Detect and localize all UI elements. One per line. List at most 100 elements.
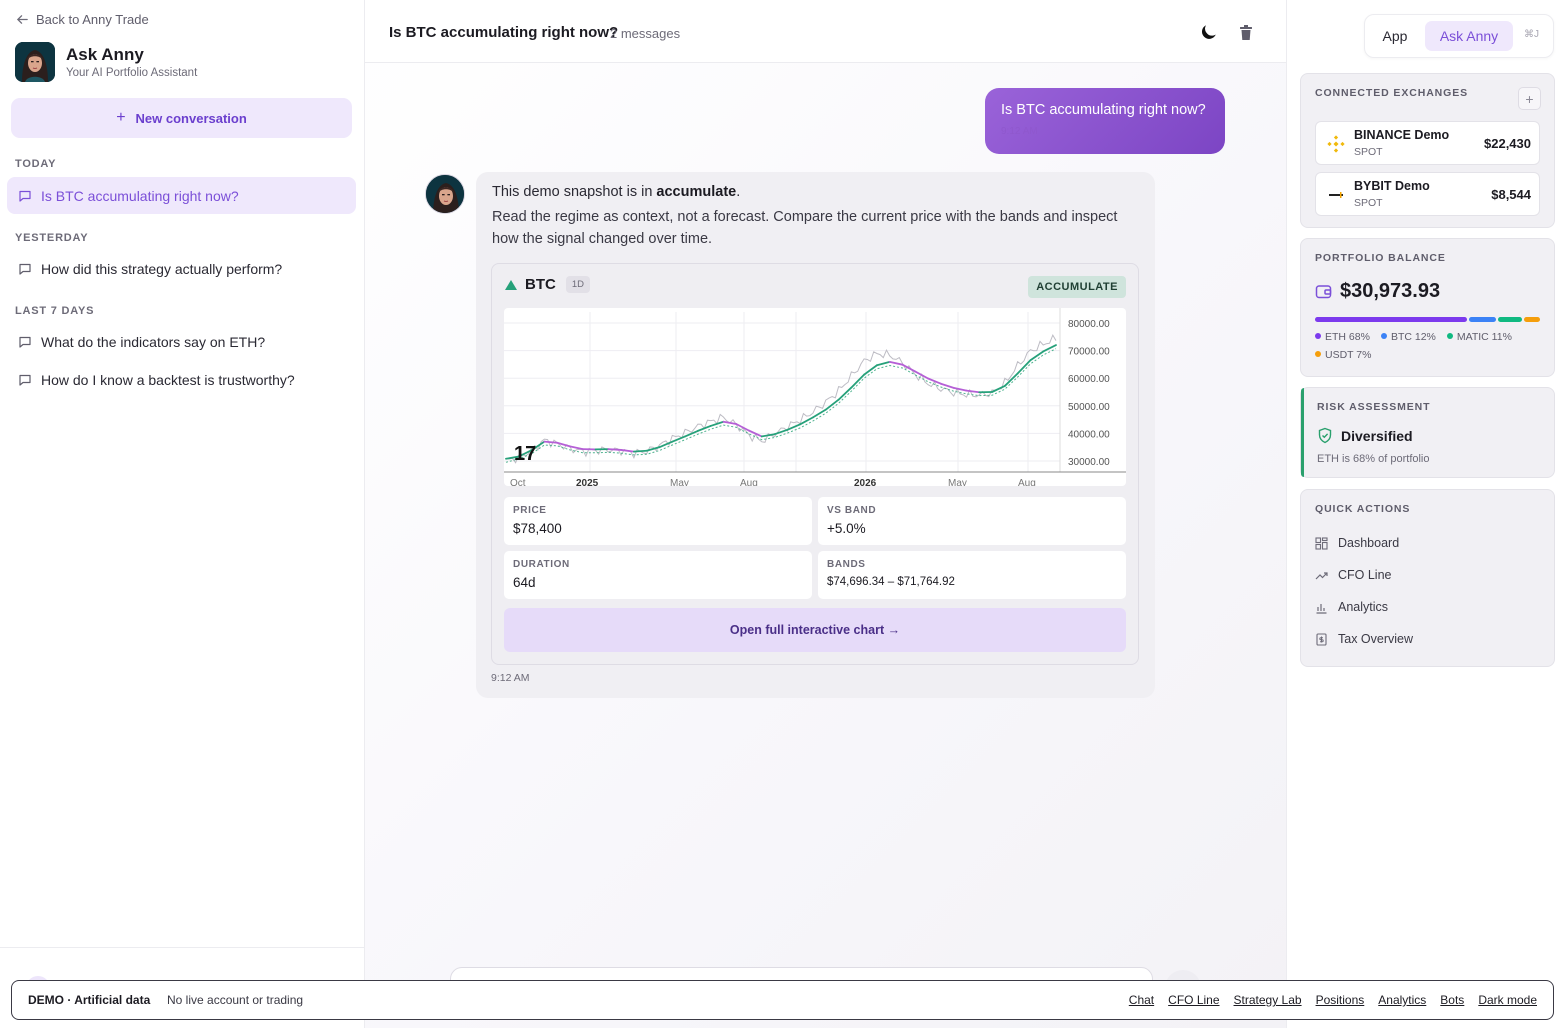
- stat-value: $78,400: [513, 521, 562, 536]
- legend-dot: [1315, 333, 1321, 339]
- quick-action-cfo-line[interactable]: CFO Line: [1315, 568, 1392, 582]
- legend-dot: [1380, 333, 1387, 339]
- signal-segment: [633, 449, 648, 453]
- signal-segment: [876, 361, 891, 367]
- regime-word: accumulate: [656, 184, 737, 200]
- demo-banner: DEMO · Artificial data No live account o…: [11, 980, 1554, 1020]
- quick-action-label: Analytics: [1338, 600, 1389, 614]
- intro-end: .: [736, 184, 741, 200]
- conversation-label: Is BTC accumulating right now?: [41, 187, 239, 204]
- chat-bubble-icon: [19, 190, 31, 202]
- signal-segment: [888, 361, 904, 366]
- signal-segment: [569, 445, 584, 451]
- conversation-label: How do I know a backtest is trustworthy?: [41, 371, 295, 388]
- signal-segment: [543, 440, 559, 444]
- allocation-bar: [1315, 317, 1540, 322]
- x-tick-label: May: [670, 478, 689, 486]
- toggle-ask-anny[interactable]: Ask Anny: [1425, 21, 1513, 51]
- anny-avatar: [15, 42, 55, 82]
- receipt-icon: [1316, 632, 1327, 646]
- risk-note: ETH is 68% of portfolio: [1317, 453, 1430, 465]
- brand-title: Ask Anny: [66, 45, 144, 64]
- back-link[interactable]: Back to Anny Trade: [16, 12, 149, 27]
- demo-link-cfo-line[interactable]: CFO Line: [1168, 993, 1219, 1007]
- quick-action-label: Dashboard: [1338, 536, 1400, 550]
- allocation-legend: ETH 68% BTC 12% MATIC 11% USDT 7%: [1315, 331, 1545, 361]
- exchange-item[interactable]: BYBIT Demo SPOT $8,544: [1315, 172, 1540, 216]
- allocation-segment: [1497, 317, 1523, 322]
- section-last-7-days: LAST 7 DAYS: [15, 305, 95, 317]
- y-tick-label: 80000.00: [1068, 319, 1110, 330]
- tradingview-logo: 17: [514, 443, 536, 465]
- quick-action-analytics[interactable]: Analytics: [1315, 600, 1388, 614]
- stat-value: 64d: [513, 575, 536, 590]
- y-tick-label: 70000.00: [1068, 347, 1110, 358]
- assistant-message-time: 9:12 AM: [491, 672, 530, 684]
- section-today: TODAY: [15, 158, 57, 170]
- stat-vs-band: VS BAND +5.0%: [818, 497, 1126, 545]
- portfolio-balance: PORTFOLIO BALANCE $30,973.93 ETH 68% BTC …: [1300, 238, 1555, 377]
- risk-value: Diversified: [1341, 427, 1413, 444]
- message-count: 2 messages: [610, 26, 681, 41]
- quick-actions: QUICK ACTIONS Dashboard CFO Line Analyti…: [1300, 489, 1555, 667]
- mode-toggle: App Ask Anny ⌘J: [1364, 14, 1554, 58]
- x-tick-label: 2026: [854, 478, 877, 486]
- intro-text: This demo snapshot is in: [492, 184, 657, 200]
- conversation-sidebar: Back to Anny Trade Ask Anny Your AI Port…: [0, 0, 365, 1028]
- demo-link-positions[interactable]: Positions: [1316, 993, 1365, 1007]
- panel-title: CONNECTED EXCHANGES: [1315, 87, 1469, 99]
- moon-icon[interactable]: [1199, 22, 1219, 42]
- new-conversation-button[interactable]: + New conversation: [11, 98, 352, 138]
- trash-icon[interactable]: [1238, 23, 1254, 41]
- chat-bubble-icon: [19, 336, 31, 348]
- demo-link-analytics[interactable]: Analytics: [1378, 993, 1426, 1007]
- add-exchange-button[interactable]: +: [1518, 87, 1541, 110]
- exchange-type: SPOT: [1354, 146, 1383, 158]
- keyboard-shortcut: ⌘J: [1524, 29, 1539, 40]
- exchange-value: $8,544: [1491, 187, 1531, 202]
- legend-item: USDT 7%: [1315, 349, 1372, 361]
- up-triangle-icon: [505, 279, 517, 290]
- conversation-item-active[interactable]: Is BTC accumulating right now?: [7, 177, 356, 214]
- demo-link-dark-mode[interactable]: Dark mode: [1478, 993, 1537, 1007]
- stat-duration: DURATION 64d: [504, 551, 812, 599]
- connected-exchanges: CONNECTED EXCHANGES + BINANCE Demo SPOT …: [1300, 73, 1555, 228]
- demo-link-bots[interactable]: Bots: [1440, 993, 1464, 1007]
- quick-action-dashboard[interactable]: Dashboard: [1315, 536, 1399, 550]
- assistant-body: Read the regime as context, not a foreca…: [492, 209, 1118, 247]
- brand: Ask Anny Your AI Portfolio Assistant: [15, 42, 197, 82]
- bybit-icon: [1326, 185, 1346, 205]
- allocation-segment: [1468, 317, 1496, 322]
- assistant-avatar: [425, 174, 465, 214]
- demo-links: Chat CFO Line Strategy Lab Positions Ana…: [1129, 993, 1537, 1007]
- open-chart-button[interactable]: Open full interactive chart →: [504, 608, 1126, 652]
- exchange-value: $22,430: [1484, 136, 1531, 151]
- demo-link-strategy-lab[interactable]: Strategy Lab: [1234, 993, 1302, 1007]
- quick-action-tax-overview[interactable]: Tax Overview: [1315, 632, 1413, 646]
- stat-value: +5.0%: [827, 521, 866, 536]
- assistant-intro: This demo snapshot is in accumulate.: [492, 184, 1142, 200]
- legend-item: ETH 68%: [1315, 331, 1370, 343]
- user-message: Is BTC accumulating right now? 9:12 AM: [985, 88, 1225, 154]
- legend-item: MATIC 11%: [1446, 331, 1512, 343]
- conversation-item[interactable]: How did this strategy actually perform?: [7, 250, 356, 287]
- signal-segment: [812, 408, 827, 419]
- x-tick-label: 2025: [576, 478, 599, 486]
- back-label: Back to Anny Trade: [36, 12, 149, 27]
- conversation-item[interactable]: What do the indicators say on ETH?: [7, 323, 356, 360]
- signal-card: BTC 1D ACCUMULATE 80000.00 70000.00 60000.…: [491, 263, 1139, 665]
- conversation-item[interactable]: How do I know a backtest is trustworthy?: [7, 361, 356, 398]
- signal-segment: [837, 386, 853, 401]
- panel-title: QUICK ACTIONS: [1315, 503, 1411, 515]
- regime-badge: ACCUMULATE: [1028, 276, 1126, 298]
- legend-dot: [1315, 351, 1321, 357]
- timeframe-badge: 1D: [565, 276, 590, 293]
- exchange-name: BYBIT Demo: [1354, 179, 1430, 193]
- price-chart[interactable]: 80000.00 70000.00 60000.00 50000.00 40000.00…: [504, 308, 1126, 486]
- chat-header: Is BTC accumulating right now? 2 message…: [365, 0, 1286, 63]
- toggle-app[interactable]: App: [1370, 21, 1420, 51]
- exchange-item[interactable]: BINANCE Demo SPOT $22,430: [1315, 121, 1540, 165]
- demo-link-chat[interactable]: Chat: [1129, 993, 1154, 1007]
- shield-check-icon: [1318, 427, 1332, 444]
- y-tick-label: 30000.00: [1068, 457, 1110, 468]
